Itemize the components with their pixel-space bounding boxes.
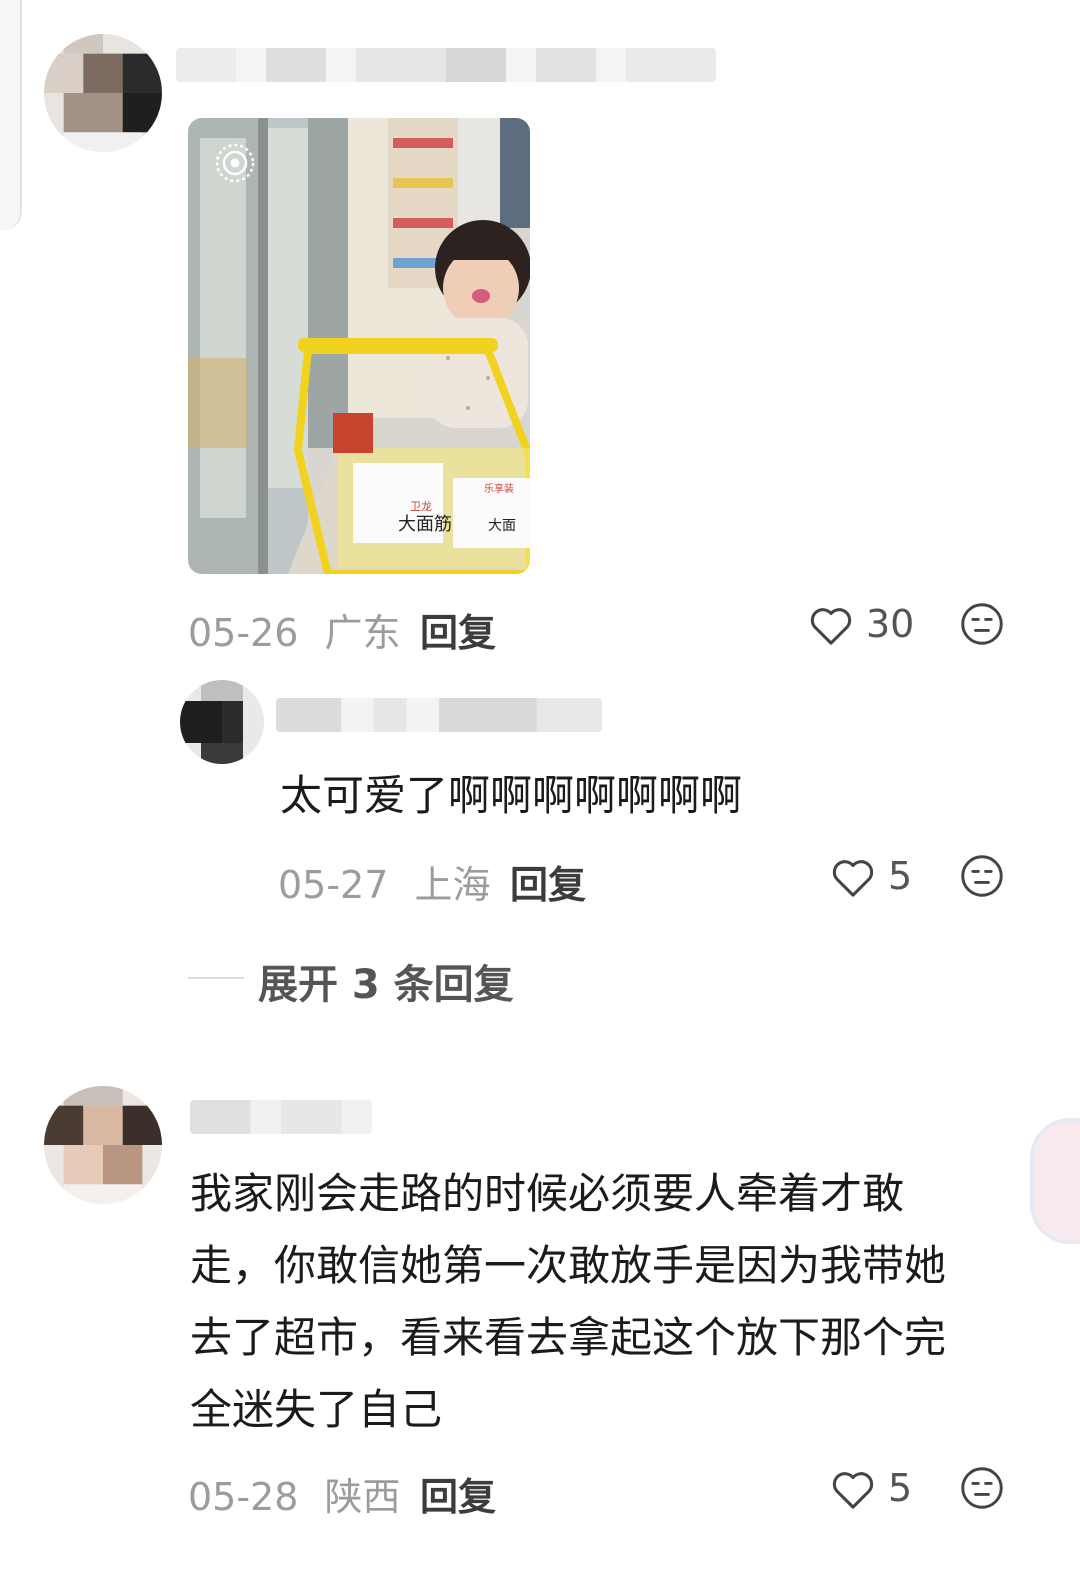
like-count: 5 [888, 1466, 913, 1510]
comment-text-line: 走，你敢信她第一次敢放手是因为我带她 [190, 1241, 947, 1290]
like-count: 30 [866, 602, 915, 646]
avatar[interactable] [180, 680, 264, 764]
comment-text-line: 我家刚会走路的时候必须要人牵着才敢 [190, 1169, 905, 1218]
comment-meta: 05-26 广东 [188, 602, 401, 657]
comment-text: 我家刚会走路的时候必须要人牵着才敢 走，你敢信她第一次敢放手是因为我带她 去了超… [190, 1158, 1030, 1446]
comment-location: 广东 [324, 611, 401, 655]
expand-divider [188, 977, 244, 979]
product-label: 大面筋 [398, 514, 452, 535]
floating-badge-icon[interactable] [1030, 1118, 1080, 1244]
username-blurred[interactable] [276, 698, 602, 732]
comment-text-line: 全迷失了自己 [190, 1385, 443, 1434]
reply-button[interactable]: 回复 [420, 1466, 496, 1521]
heart-outline-icon[interactable] [830, 1468, 876, 1510]
neutral-face-icon[interactable] [960, 602, 1004, 646]
comment-date: 05-28 [188, 1475, 299, 1519]
comment-meta: 05-28 陕西 [188, 1466, 401, 1521]
previous-panel-edge [0, 0, 22, 230]
brand-label: 乐享装 [484, 482, 514, 495]
comment-meta: 05-27 上海 [278, 854, 491, 909]
attached-photo[interactable]: 大面筋 大面 卫龙 乐享装 [188, 118, 530, 574]
avatar[interactable] [44, 34, 162, 152]
username-blurred[interactable] [190, 1100, 372, 1134]
brand-label: 卫龙 [410, 500, 432, 513]
username-blurred[interactable] [176, 48, 716, 82]
comment-location: 上海 [414, 863, 491, 907]
heart-outline-icon[interactable] [808, 604, 854, 646]
comment-date: 05-26 [188, 611, 299, 655]
comment-text-line: 去了超市，看来看去拿起这个放下那个完 [190, 1313, 947, 1362]
neutral-face-icon[interactable] [960, 1466, 1004, 1510]
comment-date: 05-27 [278, 863, 389, 907]
reply-button[interactable]: 回复 [510, 854, 586, 909]
like-count: 5 [888, 854, 913, 898]
product-label: 大面 [488, 518, 516, 534]
comment-location: 陕西 [324, 1475, 401, 1519]
expand-replies-button[interactable]: 展开 3 条回复 [258, 952, 514, 1010]
reply-button[interactable]: 回复 [420, 602, 496, 657]
heart-outline-icon[interactable] [830, 856, 876, 898]
neutral-face-icon[interactable] [960, 854, 1004, 898]
comment-text: 太可爱了啊啊啊啊啊啊啊 [280, 771, 743, 820]
avatar[interactable] [44, 1086, 162, 1204]
